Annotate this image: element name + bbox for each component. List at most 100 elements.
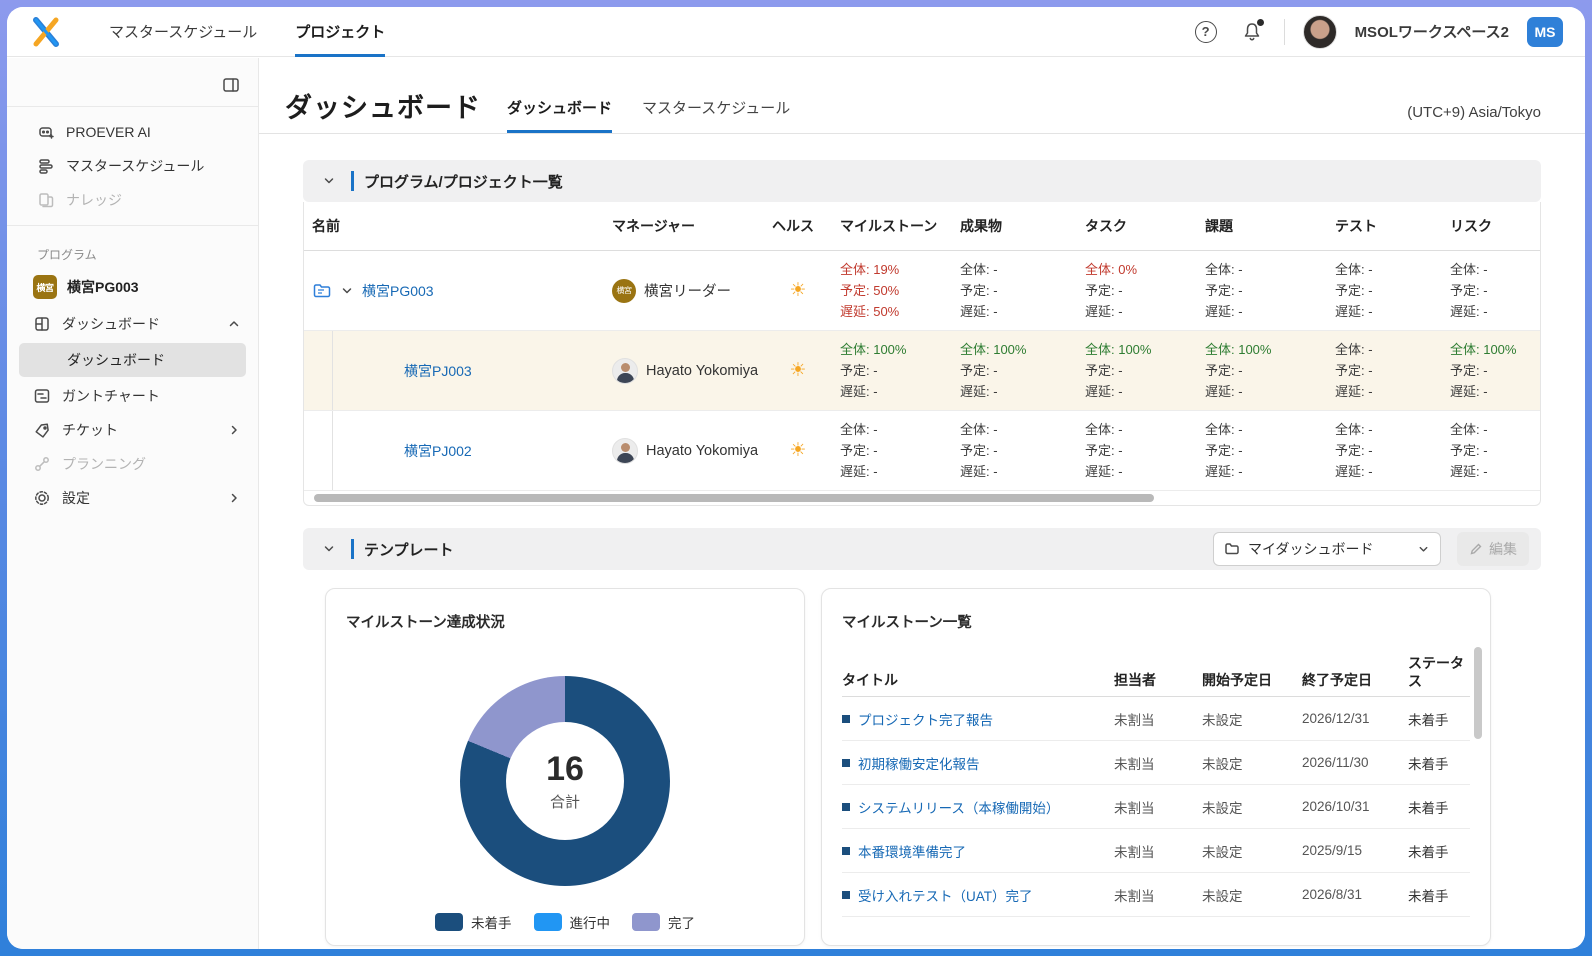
milestone-link[interactable]: システムリリース（本稼働開始） [858, 797, 1059, 817]
health-sunny-icon: ☀ [789, 280, 806, 301]
project-link[interactable]: 横宮PG003 [362, 281, 434, 301]
app-logo-icon[interactable] [29, 15, 63, 49]
section-accent-bar [351, 171, 354, 191]
metric-cell: 全体: -予定: -遅延: - [1197, 411, 1327, 490]
end-date-cell: 2025/9/15 [1302, 843, 1408, 858]
milestone-link[interactable]: 受け入れテスト（UAT）完了 [858, 885, 1033, 905]
legend-swatch [632, 913, 660, 931]
app-window: マスタースケジュール プロジェクト ? MSOLワークスペース2 MS [7, 7, 1585, 949]
nav-tab-project[interactable]: プロジェクト [295, 7, 385, 57]
milestone-bullet-icon [842, 847, 850, 855]
metric-line: 全体: 100% [840, 339, 944, 360]
metric-line: 全体: - [960, 419, 1069, 440]
edit-button[interactable]: 編集 [1457, 532, 1529, 566]
metric-line: 予定: 50% [840, 280, 944, 301]
user-avatar[interactable] [1303, 15, 1337, 49]
milestone-table-body: プロジェクト完了報告未割当未設定2026/12/31未着手初期稼働安定化報告未割… [842, 697, 1470, 917]
start-date-cell: 未設定 [1202, 753, 1302, 773]
table-row: 横宮PG003横宮横宮リーダー☀全体: 19%予定: 50%遅延: 50%全体:… [304, 251, 1540, 331]
assignee-cell: 未割当 [1114, 841, 1202, 861]
settings-gear-icon [33, 489, 51, 507]
collapse-sidebar-icon[interactable] [222, 76, 240, 94]
legend-label: 未着手 [471, 912, 512, 932]
workspace-name[interactable]: MSOLワークスペース2 [1355, 21, 1509, 42]
metric-line: 遅延: - [1450, 301, 1524, 322]
column-header: 名前 [304, 202, 604, 250]
folder-icon [1224, 541, 1240, 557]
manager-name: 横宮リーダー [644, 280, 731, 301]
column-header: ヘルス [764, 202, 832, 250]
tab-dashboard[interactable]: ダッシュボード [507, 97, 612, 133]
project-link[interactable]: 横宮PJ002 [404, 441, 472, 461]
program-section-label: プログラム [7, 234, 258, 271]
metric-cell: 全体: -予定: -遅延: - [1442, 411, 1532, 490]
column-header: マネージャー [604, 202, 764, 250]
chevron-down-icon[interactable] [340, 284, 354, 298]
milestone-title-cell: 本番環境準備完了 [842, 841, 1114, 861]
sidebar-item-gantt-chart[interactable]: ガントチャート [7, 379, 258, 413]
assignee-cell: 未割当 [1114, 753, 1202, 773]
sidebar-subitem-dashboard-selected[interactable]: ダッシュボード [19, 343, 246, 377]
help-button[interactable]: ? [1192, 18, 1220, 46]
sidebar-item-planning[interactable]: プランニング [7, 447, 258, 481]
legend-item: 未着手 [435, 912, 512, 932]
sidebar-item-master-schedule[interactable]: マスタースケジュール [7, 149, 258, 183]
status-cell: 未着手 [1408, 709, 1468, 729]
milestone-bullet-icon [842, 759, 850, 767]
timezone-label: (UTC+9) Asia/Tokyo [1407, 104, 1541, 133]
table-row: 横宮PJ002Hayato Yokomiya☀全体: -予定: -遅延: -全体… [304, 411, 1540, 491]
metric-line: 予定: - [840, 440, 944, 461]
milestone-link[interactable]: プロジェクト完了報告 [858, 709, 993, 729]
manager-photo-avatar [612, 358, 638, 384]
metric-line: 遅延: - [960, 381, 1069, 402]
metric-line: 全体: - [1335, 259, 1434, 280]
milestone-table-head: タイトル担当者開始予定日終了予定日ステータス [842, 654, 1470, 697]
manager-cell: Hayato Yokomiya [604, 350, 764, 392]
workspace-badge[interactable]: MS [1527, 17, 1563, 47]
metric-line: 全体: - [1450, 419, 1524, 440]
name-cell: 横宮PJ002 [304, 411, 604, 490]
milestone-bullet-icon [842, 803, 850, 811]
collapse-section-icon[interactable] [319, 174, 339, 188]
nav-tab-master-schedule[interactable]: マスタースケジュール [109, 7, 257, 57]
metric-line: 予定: - [1450, 360, 1524, 381]
sidebar-item-settings[interactable]: 設定 [7, 481, 258, 515]
metric-cell: 全体: -予定: -遅延: - [1327, 251, 1442, 330]
dashboard-template-dropdown[interactable]: マイダッシュボード [1213, 532, 1441, 566]
milestone-row: プロジェクト完了報告未割当未設定2026/12/31未着手 [842, 697, 1470, 741]
project-link[interactable]: 横宮PJ003 [404, 361, 472, 381]
column-header: タスク [1077, 202, 1197, 250]
metric-cell: 全体: 100%予定: -遅延: - [1442, 331, 1532, 410]
milestone-link[interactable]: 初期稼働安定化報告 [858, 753, 980, 773]
metric-line: 予定: - [1450, 440, 1524, 461]
chevron-up-icon [228, 318, 240, 330]
metric-line: 全体: 100% [1205, 339, 1319, 360]
section-accent-bar [351, 539, 354, 559]
collapse-section-icon[interactable] [319, 542, 339, 556]
metric-line: 遅延: - [1085, 461, 1189, 482]
metric-cell: 全体: 19%予定: 50%遅延: 50% [832, 251, 952, 330]
status-cell: 未着手 [1408, 753, 1468, 773]
sidebar-item-proever-ai[interactable]: PROEVER AI [7, 115, 258, 149]
metric-cell: 全体: -予定: -遅延: - [952, 411, 1077, 490]
health-sunny-icon: ☀ [789, 440, 806, 461]
sidebar-item-ticket[interactable]: チケット [7, 413, 258, 447]
metric-line: 全体: - [1335, 339, 1434, 360]
dashboard-icon [33, 315, 51, 333]
knowledge-icon [37, 191, 55, 209]
horizontal-scrollbar-thumb[interactable] [314, 494, 1154, 502]
notifications-button[interactable] [1238, 18, 1266, 46]
milestone-link[interactable]: 本番環境準備完了 [858, 841, 966, 861]
metric-line: 遅延: - [1205, 381, 1319, 402]
vertical-scrollbar-thumb[interactable] [1474, 647, 1482, 739]
chevron-right-icon [228, 492, 240, 504]
sidebar-item-knowledge[interactable]: ナレッジ [7, 183, 258, 217]
column-header: リスク [1442, 202, 1532, 250]
tree-guide-line [332, 411, 333, 490]
legend-item: 完了 [632, 912, 695, 932]
tab-master-schedule[interactable]: マスタースケジュール [642, 97, 790, 133]
project-tree-folder-icon[interactable] [312, 281, 332, 301]
sidebar-program-item[interactable]: 横宮 横宮PG003 [7, 271, 258, 307]
sidebar-item-dashboard[interactable]: ダッシュボード [7, 307, 258, 341]
milestone-title-cell: プロジェクト完了報告 [842, 709, 1114, 729]
